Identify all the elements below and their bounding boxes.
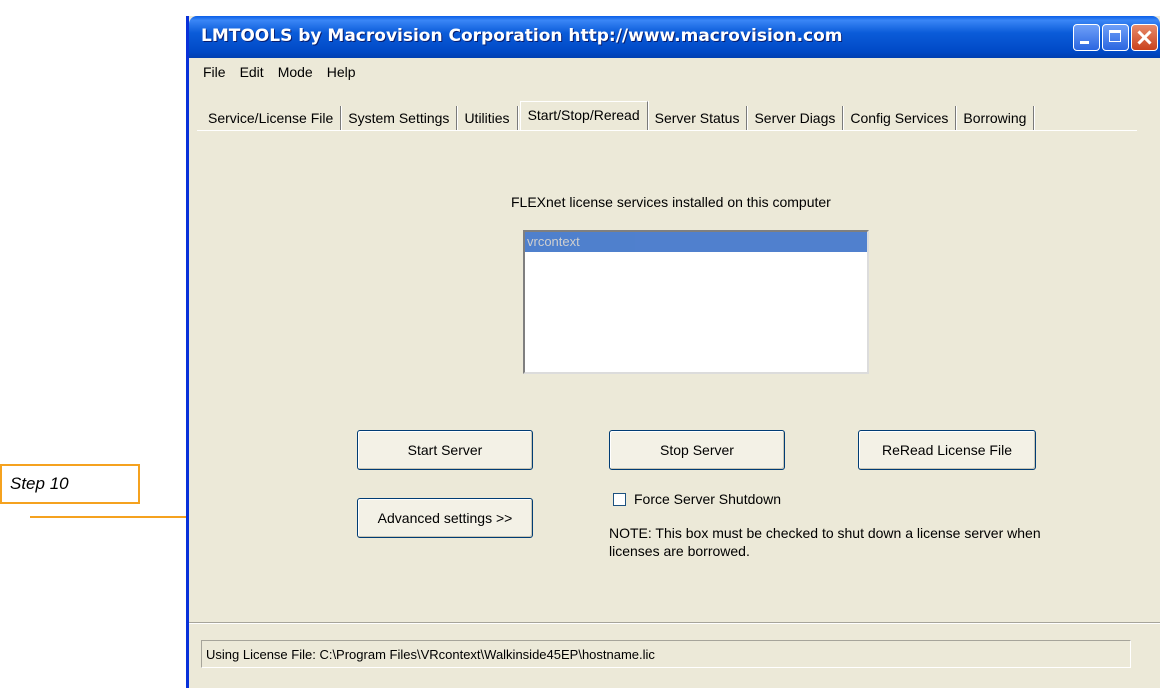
lmtools-window: LMTOOLS by Macrovision Corporation http:… [186,16,1160,688]
tab-utilities[interactable]: Utilities [457,106,518,130]
force-shutdown-row[interactable]: Force Server Shutdown [613,490,781,508]
tab-panel-border [197,130,1137,131]
close-button[interactable] [1131,24,1158,51]
window-title: LMTOOLS by Macrovision Corporation http:… [201,26,843,46]
shutdown-note: NOTE: This box must be checked to shut d… [609,525,1041,559]
menu-edit[interactable]: Edit [233,64,271,80]
tab-server-status[interactable]: Server Status [648,106,748,130]
menu-mode[interactable]: Mode [271,64,320,80]
tab-strip: Service/License File System Settings Uti… [201,101,1035,130]
reread-license-file-button[interactable]: ReRead License File [858,430,1036,470]
step-callout: Step 10 [0,464,140,504]
services-listbox[interactable]: vrcontext [523,230,869,374]
advanced-settings-button[interactable]: Advanced settings >> [357,498,533,538]
tab-system-settings[interactable]: System Settings [341,106,458,130]
stop-server-button[interactable]: Stop Server [609,430,785,470]
maximize-button[interactable] [1102,24,1129,51]
force-shutdown-label: Force Server Shutdown [634,491,782,507]
service-name: vrcontext [527,234,580,249]
status-divider [189,622,1160,623]
services-list-label: FLEXnet license services installed on th… [511,194,831,210]
tab-service-license-file[interactable]: Service/License File [201,106,342,130]
tab-config-services[interactable]: Config Services [843,106,957,130]
menu-file[interactable]: File [189,64,233,80]
force-shutdown-checkbox[interactable] [613,492,626,506]
menu-help[interactable]: Help [320,64,363,80]
tab-borrowing[interactable]: Borrowing [956,106,1035,130]
tab-start-stop-reread[interactable]: Start/Stop/Reread [519,101,648,130]
tab-server-diags[interactable]: Server Diags [747,106,844,130]
minimize-button[interactable] [1073,24,1100,51]
list-item[interactable]: vrcontext [525,232,867,252]
step-callout-label: Step 10 [10,474,69,493]
menu-bar: File Edit Mode Help [189,60,1160,84]
start-server-button[interactable]: Start Server [357,430,533,470]
title-bar[interactable]: LMTOOLS by Macrovision Corporation http:… [189,16,1160,58]
status-bar: Using License File: C:\Program Files\VRc… [201,640,1131,668]
license-file-status: Using License File: C:\Program Files\VRc… [206,646,655,662]
